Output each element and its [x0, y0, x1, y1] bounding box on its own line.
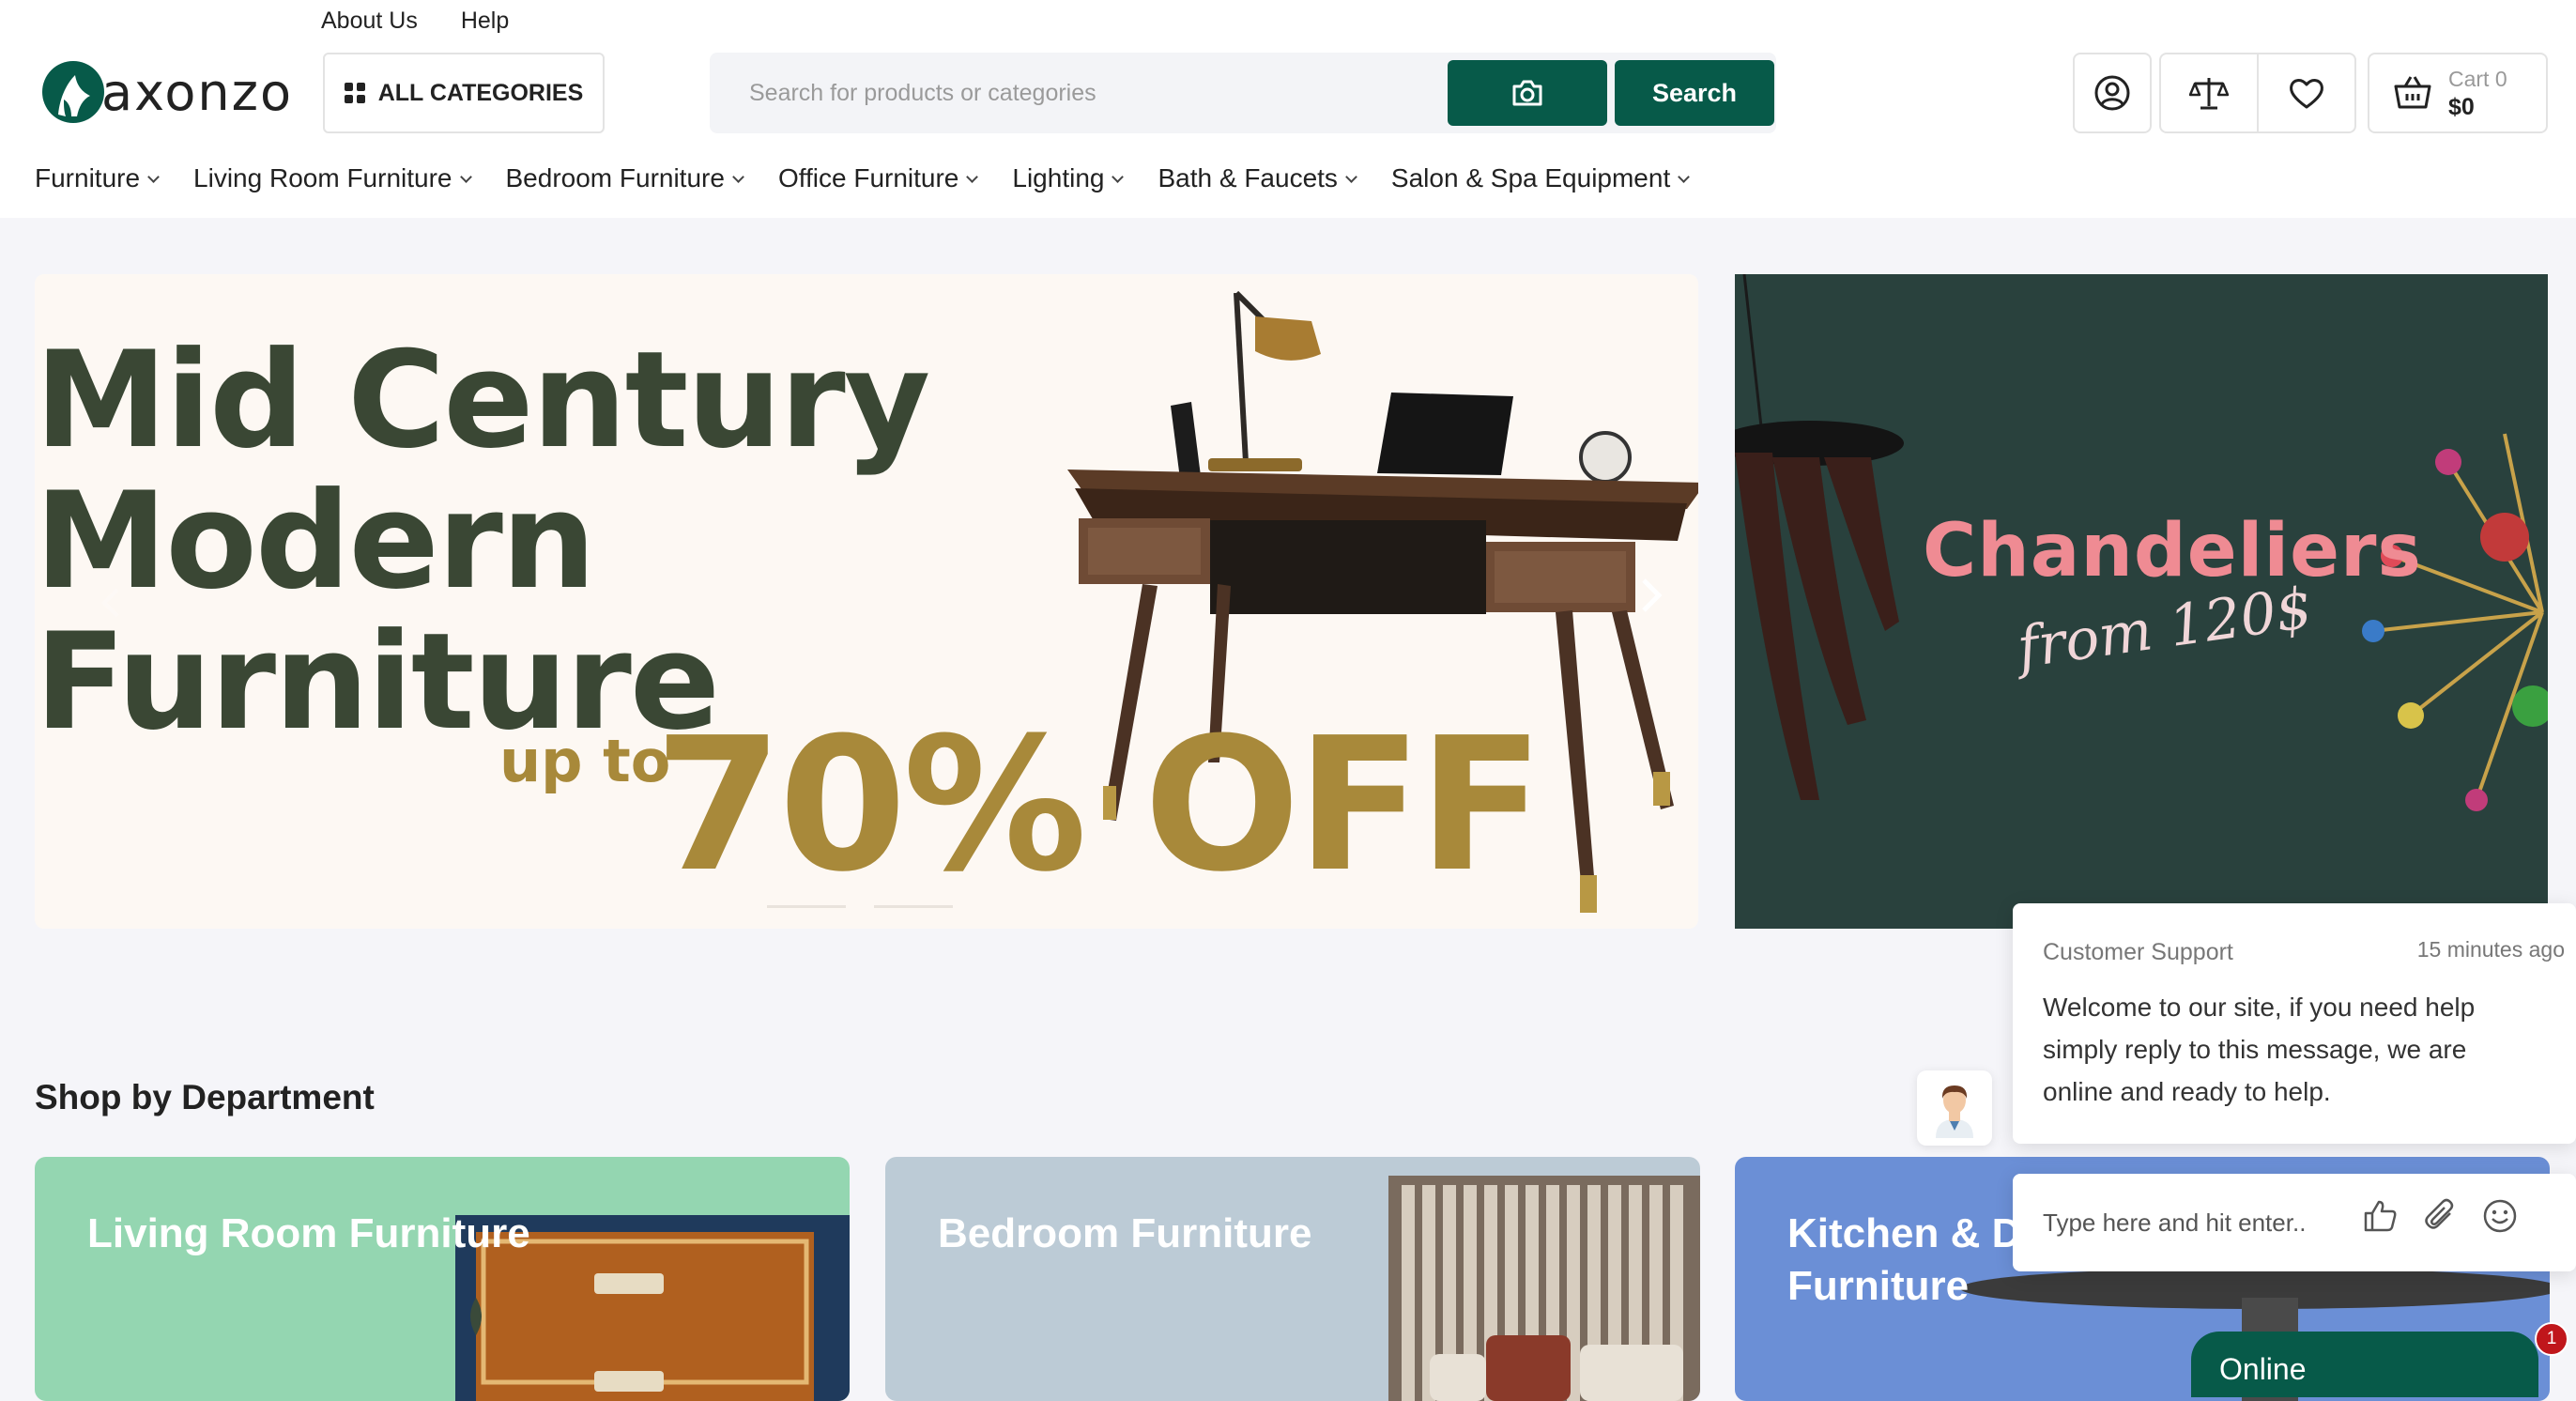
slider-dot[interactable] — [767, 905, 846, 908]
dept-card-bedroom[interactable]: Bedroom Furniture — [885, 1157, 1700, 1401]
nav-label: Bath & Faucets — [1158, 163, 1338, 192]
site-header: About Us Help axonzo ALL CATEGORIES Sear… — [0, 0, 2576, 218]
logo-mark-icon — [42, 61, 104, 123]
hero-discount: 70% OFF — [654, 699, 1544, 913]
chevron-down-icon — [1678, 170, 1691, 183]
nav-label: Furniture — [35, 163, 141, 192]
chat-time: 15 minutes ago — [2416, 937, 2565, 962]
emoji-icon[interactable] — [2482, 1198, 2518, 1234]
dept-title: Living Room Furniture — [87, 1210, 530, 1256]
notification-badge: 1 — [2535, 1322, 2568, 1356]
nav-lighting[interactable]: Lighting — [1012, 163, 1125, 193]
chat-input-box — [2013, 1174, 2576, 1271]
user-icon — [2094, 75, 2130, 111]
chandeliers-promo-banner[interactable]: Chandeliers from 120$ — [1735, 274, 2548, 929]
nav-label: Lighting — [1012, 163, 1105, 192]
chat-sender: Customer Support — [2043, 939, 2233, 965]
prev-slide-icon[interactable] — [93, 584, 130, 622]
chevron-down-icon — [966, 170, 979, 183]
hero-upto-text: up to — [499, 727, 671, 795]
next-slide-icon[interactable] — [1631, 575, 1672, 616]
slider-dots — [767, 905, 953, 908]
nav-bedroom-furniture[interactable]: Bedroom Furniture — [505, 163, 744, 193]
grid-icon — [344, 83, 365, 103]
bed-image — [1388, 1176, 1700, 1401]
chevron-down-icon — [147, 170, 160, 183]
logo[interactable]: axonzo — [39, 58, 293, 126]
top-links: About Us Help — [321, 8, 509, 35]
basket-icon — [2394, 76, 2431, 109]
chat-message-card: Customer Support 15 minutes ago Welcome … — [2013, 903, 2576, 1144]
chat-actions — [2362, 1198, 2518, 1234]
nav-office-furniture[interactable]: Office Furniture — [777, 163, 979, 193]
wishlist-button[interactable] — [2259, 54, 2354, 131]
nav-label: Bedroom Furniture — [505, 163, 725, 192]
dept-card-living-room[interactable]: Living Room Furniture — [35, 1157, 850, 1401]
hero-banner[interactable]: Mid Century Modern Furniture up to 70% O… — [35, 274, 1698, 929]
search-bar: Search — [710, 53, 1776, 133]
nav-living-room-furniture[interactable]: Living Room Furniture — [193, 163, 472, 193]
main-nav: Furniture Living Room Furniture Bedroom … — [35, 163, 1691, 193]
search-input[interactable] — [710, 53, 1442, 133]
slider-dot[interactable] — [874, 905, 953, 908]
about-us-link[interactable]: About Us — [321, 8, 418, 35]
nav-furniture[interactable]: Furniture — [35, 163, 160, 193]
chat-input[interactable] — [2043, 1198, 2353, 1247]
cart-summary: Cart 0 $0 — [2448, 65, 2507, 121]
support-avatar — [1917, 1070, 1992, 1146]
nav-label: Office Furniture — [777, 163, 959, 192]
cart-count: Cart 0 — [2448, 67, 2507, 91]
dept-title: Kitchen & Di Furniture — [1787, 1210, 2033, 1309]
thumbs-up-icon[interactable] — [2362, 1198, 2398, 1234]
scale-icon — [2189, 78, 2229, 110]
heart-icon — [2290, 79, 2323, 109]
dresser-image — [455, 1215, 850, 1401]
nav-bath-faucets[interactable]: Bath & Faucets — [1158, 163, 1357, 193]
image-search-button[interactable] — [1448, 60, 1607, 126]
chat-message: Welcome to our site, if you need help si… — [2043, 993, 2476, 1106]
account-button[interactable] — [2073, 53, 2152, 133]
search-button[interactable]: Search — [1615, 60, 1774, 126]
promo-title: Chandeliers — [1923, 509, 2422, 593]
all-categories-label: ALL CATEGORIES — [377, 79, 584, 106]
online-chat-tab[interactable]: Online — [2191, 1332, 2538, 1397]
camera-icon — [1512, 80, 1542, 106]
help-link[interactable]: Help — [461, 8, 509, 35]
hero-title: Mid Century Modern Furniture — [35, 323, 930, 760]
logo-text: axonzo — [101, 62, 294, 122]
paperclip-icon[interactable] — [2422, 1198, 2458, 1234]
support-agent-icon — [1936, 1085, 1973, 1138]
cart-total: $0 — [2448, 94, 2475, 120]
chevron-down-icon — [732, 170, 744, 183]
chevron-down-icon — [1112, 170, 1125, 183]
nav-label: Living Room Furniture — [193, 163, 452, 192]
chevron-down-icon — [1345, 170, 1357, 183]
chevron-down-icon — [459, 170, 472, 183]
all-categories-button[interactable]: ALL CATEGORIES — [323, 53, 605, 133]
section-title: Shop by Department — [35, 1078, 375, 1116]
nav-label: Salon & Spa Equipment — [1390, 163, 1671, 192]
nav-salon-spa-equipment[interactable]: Salon & Spa Equipment — [1390, 163, 1691, 193]
dept-title: Bedroom Furniture — [938, 1210, 1312, 1256]
compare-wishlist-group — [2159, 53, 2356, 133]
compare-button[interactable] — [2161, 54, 2259, 131]
cart-button[interactable]: Cart 0 $0 — [2368, 53, 2548, 133]
